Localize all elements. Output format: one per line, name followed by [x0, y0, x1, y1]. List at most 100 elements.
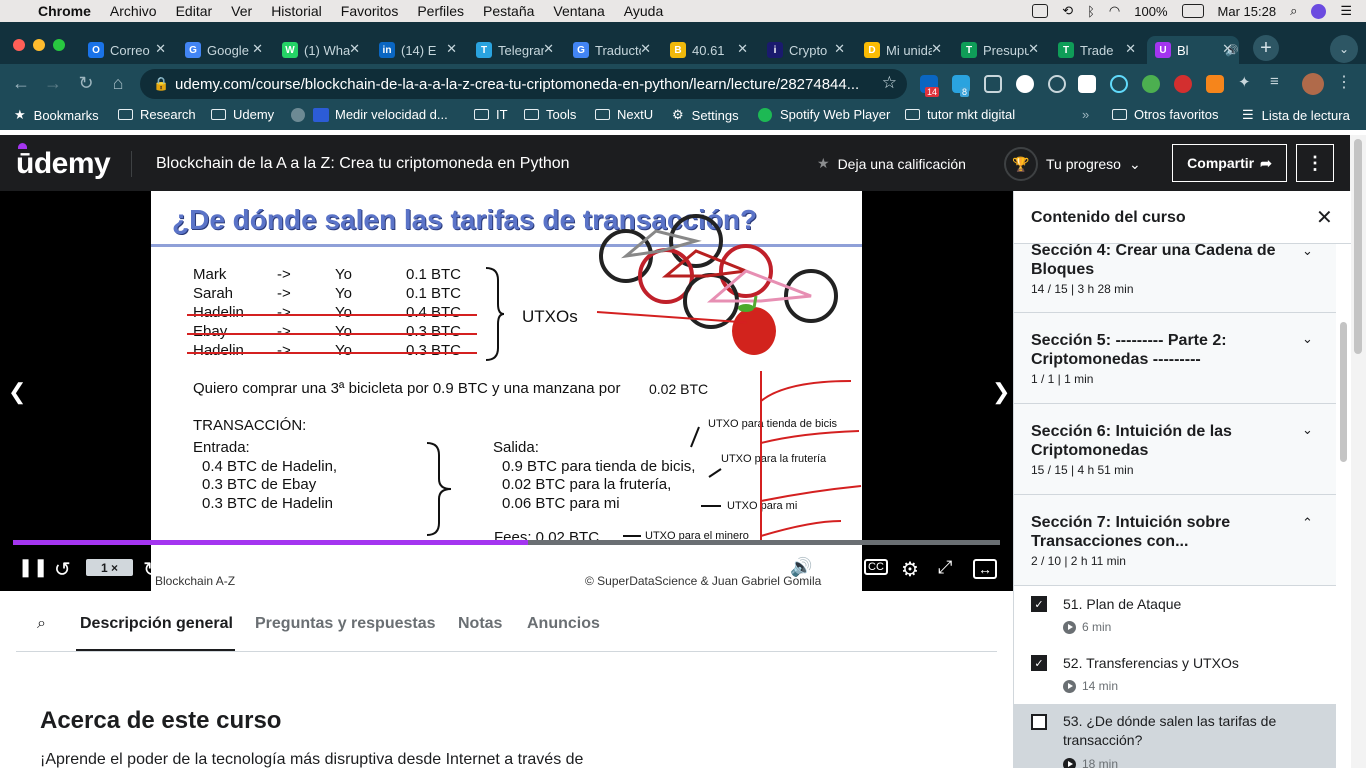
menu-app-name[interactable]: Chrome	[38, 3, 91, 19]
page-scrollbar[interactable]	[1350, 135, 1366, 768]
share-button[interactable]: Compartir ➦	[1172, 144, 1287, 182]
bookmark-other[interactable]: Otros favoritos	[1112, 107, 1219, 122]
react-extension-icon[interactable]	[1110, 75, 1128, 93]
browser-tab[interactable]: i Crypto ✕	[759, 36, 851, 64]
menu-perfiles[interactable]: Perfiles	[417, 3, 464, 19]
lecture-item-current[interactable]: 53. ¿De dónde salen las tarifas de trans…	[1014, 704, 1336, 768]
sidebar-scroll-thumb[interactable]	[1340, 322, 1347, 462]
close-tab-icon[interactable]: ✕	[737, 41, 748, 57]
tab-search-icon[interactable]: ⌄	[1330, 35, 1358, 63]
bookmark-tools[interactable]: Tools	[524, 107, 576, 122]
menu-ver[interactable]: Ver	[231, 3, 252, 19]
browser-tab[interactable]: T Telegram✕	[468, 36, 560, 64]
menu-archivo[interactable]: Archivo	[110, 3, 157, 19]
close-window-button[interactable]	[13, 39, 25, 51]
bookmark-udemy[interactable]: Udemy	[211, 107, 274, 122]
browser-tab[interactable]: O Correo ✕	[80, 36, 172, 64]
browser-tab[interactable]: G Google ✕	[177, 36, 269, 64]
chrome-menu-icon[interactable]: ⋮	[1336, 72, 1354, 91]
profile-avatar[interactable]	[1302, 73, 1324, 95]
wifi-icon[interactable]: ◠	[1109, 3, 1120, 19]
lecture-checkbox[interactable]: ✓	[1031, 655, 1047, 671]
bookmark-star-icon[interactable]: ☆	[882, 73, 897, 93]
tab-announcements[interactable]: Anuncios	[527, 615, 600, 633]
bookmark-research[interactable]: Research	[118, 107, 196, 122]
close-tab-icon[interactable]: ✕	[446, 41, 457, 57]
new-tab-button[interactable]: +	[1253, 35, 1279, 61]
browser-tab[interactable]: B 40.61 ✕	[662, 36, 754, 64]
close-tab-icon[interactable]: ✕	[252, 41, 263, 57]
lecture-item[interactable]: ✓ 52. Transferencias y UTXOs 14 min	[1014, 645, 1336, 704]
lecture-checkbox[interactable]	[1031, 714, 1047, 730]
lecture-item[interactable]: ✓ 51. Plan de Ataque 6 min	[1014, 586, 1336, 645]
reading-list[interactable]: ☰ Lista de lectura	[1242, 107, 1350, 123]
browser-tab[interactable]: W (1) WhatsApp✕	[274, 36, 366, 64]
bookmarks-menu[interactable]: ★ Bookmarks	[14, 107, 99, 123]
fullscreen-icon[interactable]: ⤢	[938, 557, 952, 578]
note-icon[interactable]: ✎	[260, 557, 273, 577]
clock[interactable]: Mar 15:28	[1218, 4, 1277, 19]
forward-icon[interactable]: ↻	[143, 557, 160, 582]
close-tab-icon[interactable]: ✕	[931, 41, 942, 57]
close-tab-icon[interactable]: ✕	[349, 41, 360, 57]
expand-view-icon[interactable]: ↔	[973, 559, 997, 579]
browser-tab[interactable]: G Traductor✕	[565, 36, 657, 64]
browser-tab[interactable]: in (14) E ✕	[371, 36, 463, 64]
menu-pestana[interactable]: Pestaña	[483, 3, 534, 19]
bug-extension-icon[interactable]	[1174, 75, 1192, 93]
lock-icon[interactable]: 🔒	[153, 76, 169, 92]
minimize-window-button[interactable]	[33, 39, 45, 51]
close-icon[interactable]: ✕	[1316, 205, 1333, 230]
chevron-down-icon[interactable]: ⌄	[1302, 422, 1313, 438]
close-tab-icon[interactable]: ✕	[155, 41, 166, 57]
tab-overview[interactable]: Descripción general	[80, 615, 233, 633]
menu-ayuda[interactable]: Ayuda	[624, 3, 663, 19]
next-lecture-icon[interactable]: ❯	[992, 379, 1010, 405]
back-icon[interactable]: ←	[10, 72, 32, 94]
puzzle-extensions-icon[interactable]: ✦	[1238, 73, 1256, 91]
spotlight-icon[interactable]: ⌕	[1290, 3, 1297, 19]
menu-historial[interactable]: Historial	[271, 3, 322, 19]
browser-tab[interactable]: T Trade ✕	[1050, 36, 1142, 64]
chevron-down-icon[interactable]: ⌄	[1302, 331, 1313, 347]
bookmark-speedtest[interactable]: Medir velocidad d...	[291, 107, 448, 122]
bookmark-tutor[interactable]: tutor mkt digital	[905, 107, 1015, 122]
browser-tab[interactable]: D Mi unidad✕	[856, 36, 948, 64]
reading-mode-icon[interactable]: ≡	[1270, 73, 1288, 91]
rate-course-button[interactable]: ★ Deja una calificación	[817, 155, 966, 172]
course-title[interactable]: Blockchain de la A a la Z: Crea tu cript…	[156, 155, 570, 173]
section-7[interactable]: Sección 7: Intuición sobre Transacciones…	[1014, 495, 1336, 586]
grid-extension-icon[interactable]	[984, 75, 1002, 93]
more-options-button[interactable]: ⋮	[1296, 144, 1334, 182]
frog-extension-icon[interactable]	[1142, 75, 1160, 93]
bluetooth-icon[interactable]: ᛒ	[1087, 4, 1095, 19]
playback-speed-button[interactable]: 1 ×	[86, 559, 133, 576]
bookmark-spotify[interactable]: Spotify Web Player	[758, 107, 890, 122]
siri-icon[interactable]	[1311, 3, 1327, 19]
section-6[interactable]: Sección 6: Intuición de las Criptomoneda…	[1014, 404, 1336, 495]
lecture-checkbox[interactable]: ✓	[1031, 596, 1047, 612]
volume-icon[interactable]: 🔊	[790, 557, 812, 578]
tab-questions[interactable]: Preguntas y respuestas	[255, 615, 436, 633]
bookmarks-overflow[interactable]: »	[1082, 107, 1089, 122]
time-machine-icon[interactable]: ⟲	[1062, 3, 1073, 19]
rewind-icon[interactable]: ↺	[54, 557, 71, 582]
bookmark-settings[interactable]: ⚙ Settings	[672, 107, 739, 123]
chevron-down-icon[interactable]: ⌄	[1302, 244, 1313, 259]
menu-ventana[interactable]: Ventana	[553, 3, 604, 19]
menu-favoritos[interactable]: Favoritos	[341, 3, 399, 19]
sidebar-scrollbar[interactable]	[1336, 244, 1351, 768]
close-tab-icon[interactable]: ✕	[1222, 41, 1233, 57]
section-5[interactable]: Sección 5: --------- Parte 2: Criptomone…	[1014, 313, 1336, 404]
home-icon[interactable]: ⌂	[107, 72, 129, 94]
control-center-icon[interactable]: ☰	[1340, 3, 1352, 19]
reload-icon[interactable]: ↻	[75, 72, 97, 94]
video-player[interactable]: ¿De dónde salen las tarifas de transacci…	[0, 191, 1013, 591]
progress-button[interactable]: 🏆 Tu progreso ⌄	[1004, 147, 1141, 181]
address-bar[interactable]: 🔒 udemy.com/course/blockchain-de-la-a-a-…	[140, 69, 907, 99]
page-scroll-thumb[interactable]	[1354, 139, 1362, 354]
search-icon[interactable]: ⌕	[37, 615, 46, 633]
section-4[interactable]: Sección 4: Crear una Cadena de Bloques 1…	[1014, 244, 1336, 313]
udemy-logo[interactable]: ūdemy	[16, 147, 111, 181]
tab-notes[interactable]: Notas	[458, 615, 502, 633]
